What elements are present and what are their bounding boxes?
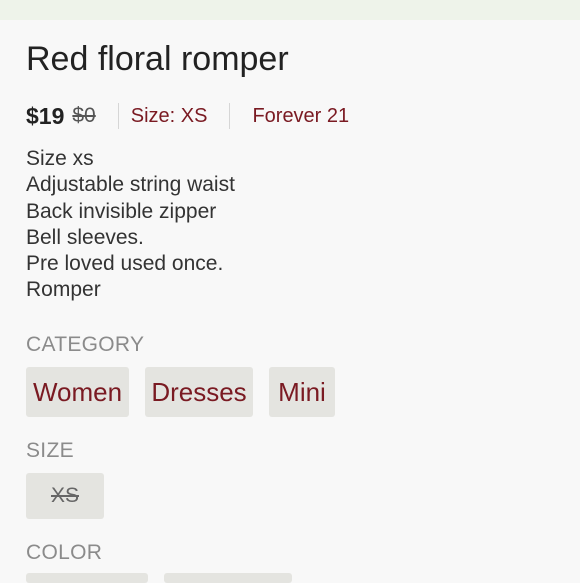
color-chip[interactable] xyxy=(164,573,292,583)
description-line: Romper xyxy=(26,278,101,302)
category-chip-dresses[interactable]: Dresses xyxy=(145,367,253,417)
price-row: $19 $0 Size: XS Forever 21 xyxy=(26,100,349,132)
divider xyxy=(229,103,231,129)
divider xyxy=(117,103,119,129)
description-line: Pre loved used once. xyxy=(26,252,224,276)
original-price: $0 xyxy=(72,104,96,127)
brand-link[interactable]: Forever 21 xyxy=(252,105,349,128)
description-line: Bell sleeves. xyxy=(26,225,144,249)
listing-title: Red floral romper xyxy=(26,40,289,78)
price: $19 xyxy=(26,102,65,129)
color-label: COLOR xyxy=(26,541,103,564)
category-chip-women[interactable]: Women xyxy=(26,367,129,417)
size-label: SIZE xyxy=(26,439,74,462)
category-label: CATEGORY xyxy=(26,333,145,356)
color-chip[interactable] xyxy=(26,573,148,583)
description-line: Adjustable string waist xyxy=(26,173,235,197)
top-strip xyxy=(0,0,580,20)
size-chip-xs[interactable]: XS xyxy=(26,473,104,519)
description-line: Back invisible zipper xyxy=(26,199,217,223)
category-chip-mini[interactable]: Mini xyxy=(269,367,335,417)
description: Size xs Adjustable string waist Back inv… xyxy=(26,146,235,304)
size-meta-link[interactable]: Size: XS xyxy=(131,105,208,128)
description-line: Size xs xyxy=(26,147,94,170)
